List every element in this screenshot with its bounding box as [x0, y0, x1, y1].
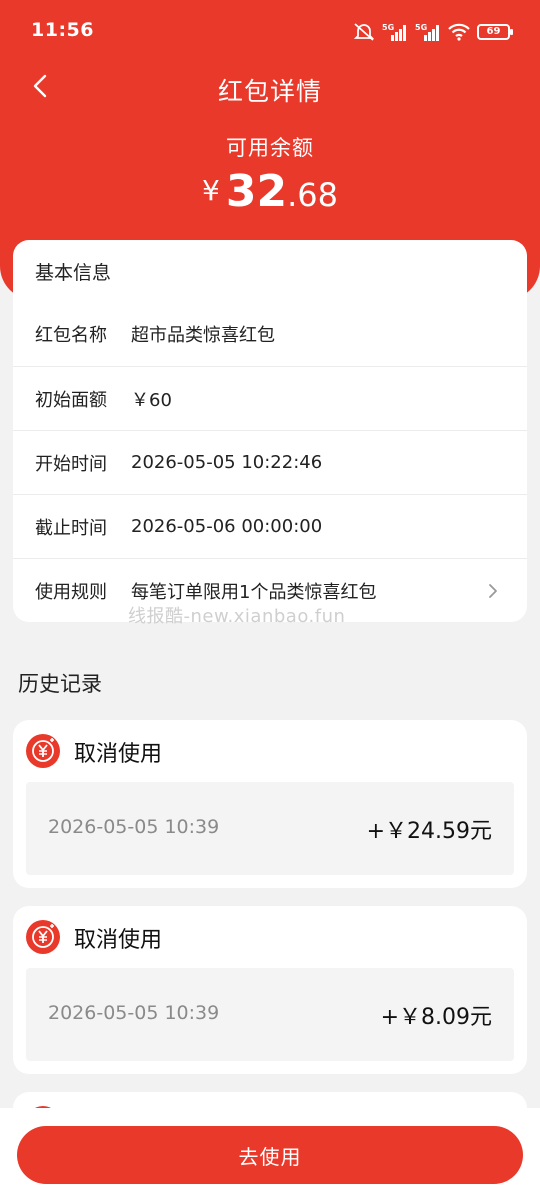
yuan-coin-icon [26, 920, 60, 954]
info-row-value: 2026-05-06 00:00:00 [131, 516, 323, 537]
info-row-value: 每笔订单限用1个品类惊喜红包 [131, 581, 377, 603]
info-row-label: 使用规则 [35, 581, 107, 603]
info-card-title: 基本信息 [35, 262, 112, 284]
history-item-detail: 2026-05-05 10:39 +￥8.09元 [26, 968, 514, 1061]
use-now-button[interactable]: 去使用 [17, 1126, 523, 1184]
info-row-name: 红包名称 超市品类惊喜红包 [13, 302, 527, 366]
info-row-label: 截止时间 [35, 517, 107, 539]
info-row-value: 超市品类惊喜红包 [131, 325, 275, 346]
svg-text:5G: 5G [382, 23, 394, 32]
watermark-text: 线报酷-new.xianbao.fun [128, 606, 346, 627]
history-item-title: 取消使用 [74, 928, 163, 953]
yuan-coin-icon [26, 734, 60, 768]
history-section-title: 历史记录 [18, 672, 102, 696]
balance-integer: 32 [225, 166, 288, 217]
status-bar: 11:56 5G 5G 69 [0, 0, 540, 64]
basic-info-card: 基本信息 红包名称 超市品类惊喜红包 初始面额 ￥60 开始时间 2026-05… [13, 240, 527, 622]
signal-icon-sim2: 5G [415, 23, 439, 41]
history-item-amount: +￥8.09元 [380, 1005, 492, 1030]
history-card: 取消使用 2026-05-05 10:39 +￥8.09元 [13, 906, 527, 1074]
balance-currency: ¥ [202, 174, 220, 207]
mute-bell-icon [353, 23, 375, 41]
history-card: 取消使用 2026-05-05 10:39 +￥24.59元 [13, 720, 527, 888]
info-row-start-time: 开始时间 2026-05-05 10:22:46 [13, 430, 527, 494]
info-row-value: ￥60 [131, 389, 172, 411]
balance-amount: ¥32.68 [0, 166, 540, 217]
history-item-title: 取消使用 [74, 742, 163, 767]
app-root: 11:56 5G 5G 69 红包详情 可用余额 ¥ 32.68 基本信息 红包… [0, 0, 540, 1201]
status-icons: 5G 5G 69 [353, 20, 513, 44]
info-row-end-time: 截止时间 2026-05-06 00:00:00 [13, 494, 527, 558]
info-row-label: 开始时间 [35, 453, 107, 475]
info-row-label: 红包名称 [35, 325, 107, 346]
wifi-icon [448, 23, 470, 41]
page-title: 红包详情 [217, 77, 322, 106]
history-item-amount: +￥24.59元 [366, 819, 492, 844]
balance-label: 可用余额 [226, 136, 314, 160]
history-item-detail: 2026-05-05 10:39 +￥24.59元 [26, 782, 514, 875]
info-row-face-value: 初始面额 ￥60 [13, 366, 527, 430]
history-item-time: 2026-05-05 10:39 [48, 816, 220, 838]
nav-bar: 红包详情 [0, 64, 540, 110]
info-row-label: 初始面额 [35, 389, 107, 411]
svg-text:5G: 5G [415, 23, 427, 32]
balance-decimal: .68 [287, 176, 338, 214]
battery-icon: 69 [477, 24, 513, 40]
info-row-value: 2026-05-05 10:22:46 [131, 452, 323, 473]
history-item-time: 2026-05-05 10:39 [48, 1002, 220, 1024]
chevron-right-icon [489, 584, 497, 598]
signal-icon-sim1: 5G [382, 23, 406, 41]
status-time: 11:56 [31, 19, 94, 41]
